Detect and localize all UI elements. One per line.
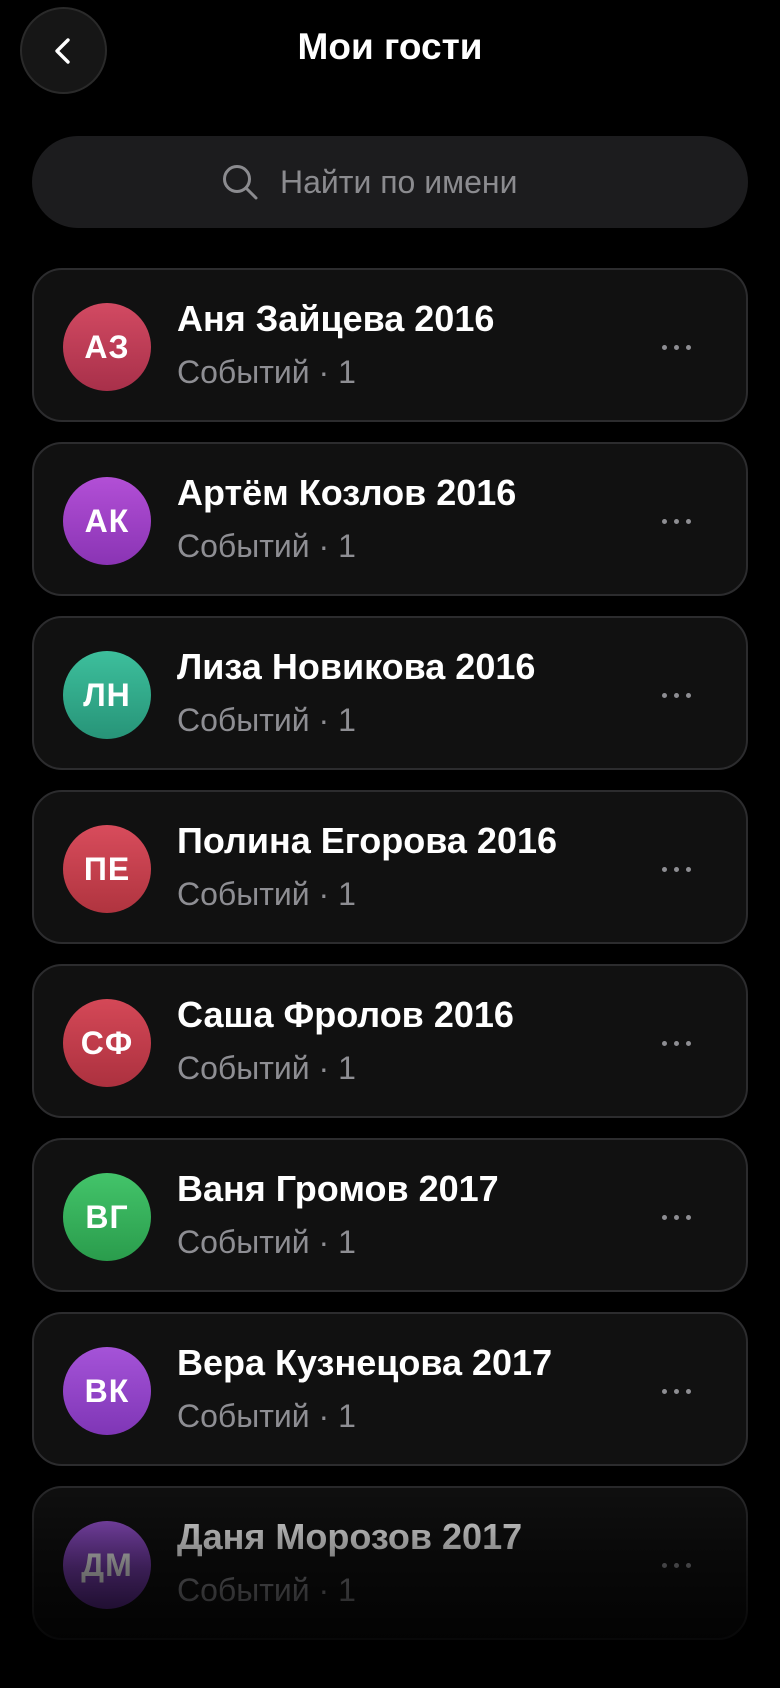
guests-screen: Мои гости АЗ Аня Зайцева 2016 Событий · … [0,0,780,1688]
ellipsis-icon [661,1562,691,1568]
more-options-button[interactable] [646,1018,706,1068]
avatar: АК [63,477,151,565]
guest-card[interactable]: АЗ Аня Зайцева 2016 Событий · 1 [32,268,748,422]
avatar: ВГ [63,1173,151,1261]
guest-events-count: Событий · 1 [177,354,356,390]
ellipsis-icon [661,692,691,698]
more-options-button[interactable] [646,670,706,720]
guest-card[interactable]: ЛН Лиза Новикова 2016 Событий · 1 [32,616,748,770]
guest-name: Полина Егорова 2016 [177,820,558,861]
guest-events-count: Событий · 1 [177,528,356,564]
avatar: ПЕ [63,825,151,913]
guest-name: Лиза Новикова 2016 [177,646,536,687]
avatar: ВК [63,1347,151,1435]
guest-events-count: Событий · 1 [177,1050,356,1086]
guest-events-count: Событий · 1 [177,876,356,912]
search-icon [220,162,260,202]
more-options-button[interactable] [646,1192,706,1242]
page-title: Мои гости [297,26,483,67]
ellipsis-icon [661,1214,691,1220]
guest-events-count: Событий · 1 [177,1224,356,1260]
avatar: АЗ [63,303,151,391]
guest-events-count: Событий · 1 [177,1572,356,1608]
guest-name: Артём Козлов 2016 [177,472,517,513]
search-bar[interactable] [32,136,748,228]
guest-card[interactable]: ДМ Даня Морозов 2017 Событий · 1 [32,1486,748,1640]
ellipsis-icon [661,518,691,524]
guest-name: Аня Зайцева 2016 [177,298,495,339]
more-options-button[interactable] [646,844,706,894]
more-options-button[interactable] [646,496,706,546]
guest-card[interactable]: ВГ Ваня Громов 2017 Событий · 1 [32,1138,748,1292]
avatar: СФ [63,999,151,1087]
more-options-button[interactable] [646,322,706,372]
ellipsis-icon [661,1040,691,1046]
search-input[interactable] [280,163,560,201]
guest-events-count: Событий · 1 [177,1398,356,1434]
guest-card[interactable]: ВК Вера Кузнецова 2017 Событий · 1 [32,1312,748,1466]
ellipsis-icon [661,344,691,350]
guest-card[interactable]: СФ Саша Фролов 2016 Событий · 1 [32,964,748,1118]
ellipsis-icon [661,1388,691,1394]
guest-card[interactable]: АК Артём Козлов 2016 Событий · 1 [32,442,748,596]
guest-list: АЗ Аня Зайцева 2016 Событий · 1 АК Артём… [32,268,748,1660]
avatar: ДМ [63,1521,151,1609]
guest-card[interactable]: ПЕ Полина Егорова 2016 Событий · 1 [32,790,748,944]
more-options-button[interactable] [646,1540,706,1590]
avatar: ЛН [63,651,151,739]
guest-name: Ваня Громов 2017 [177,1168,499,1209]
ellipsis-icon [661,866,691,872]
guest-name: Вера Кузнецова 2017 [177,1342,553,1383]
more-options-button[interactable] [646,1366,706,1416]
header: Мои гости [0,0,780,100]
guest-name: Саша Фролов 2016 [177,994,514,1035]
guest-name: Даня Морозов 2017 [177,1516,523,1557]
guest-events-count: Событий · 1 [177,702,356,738]
